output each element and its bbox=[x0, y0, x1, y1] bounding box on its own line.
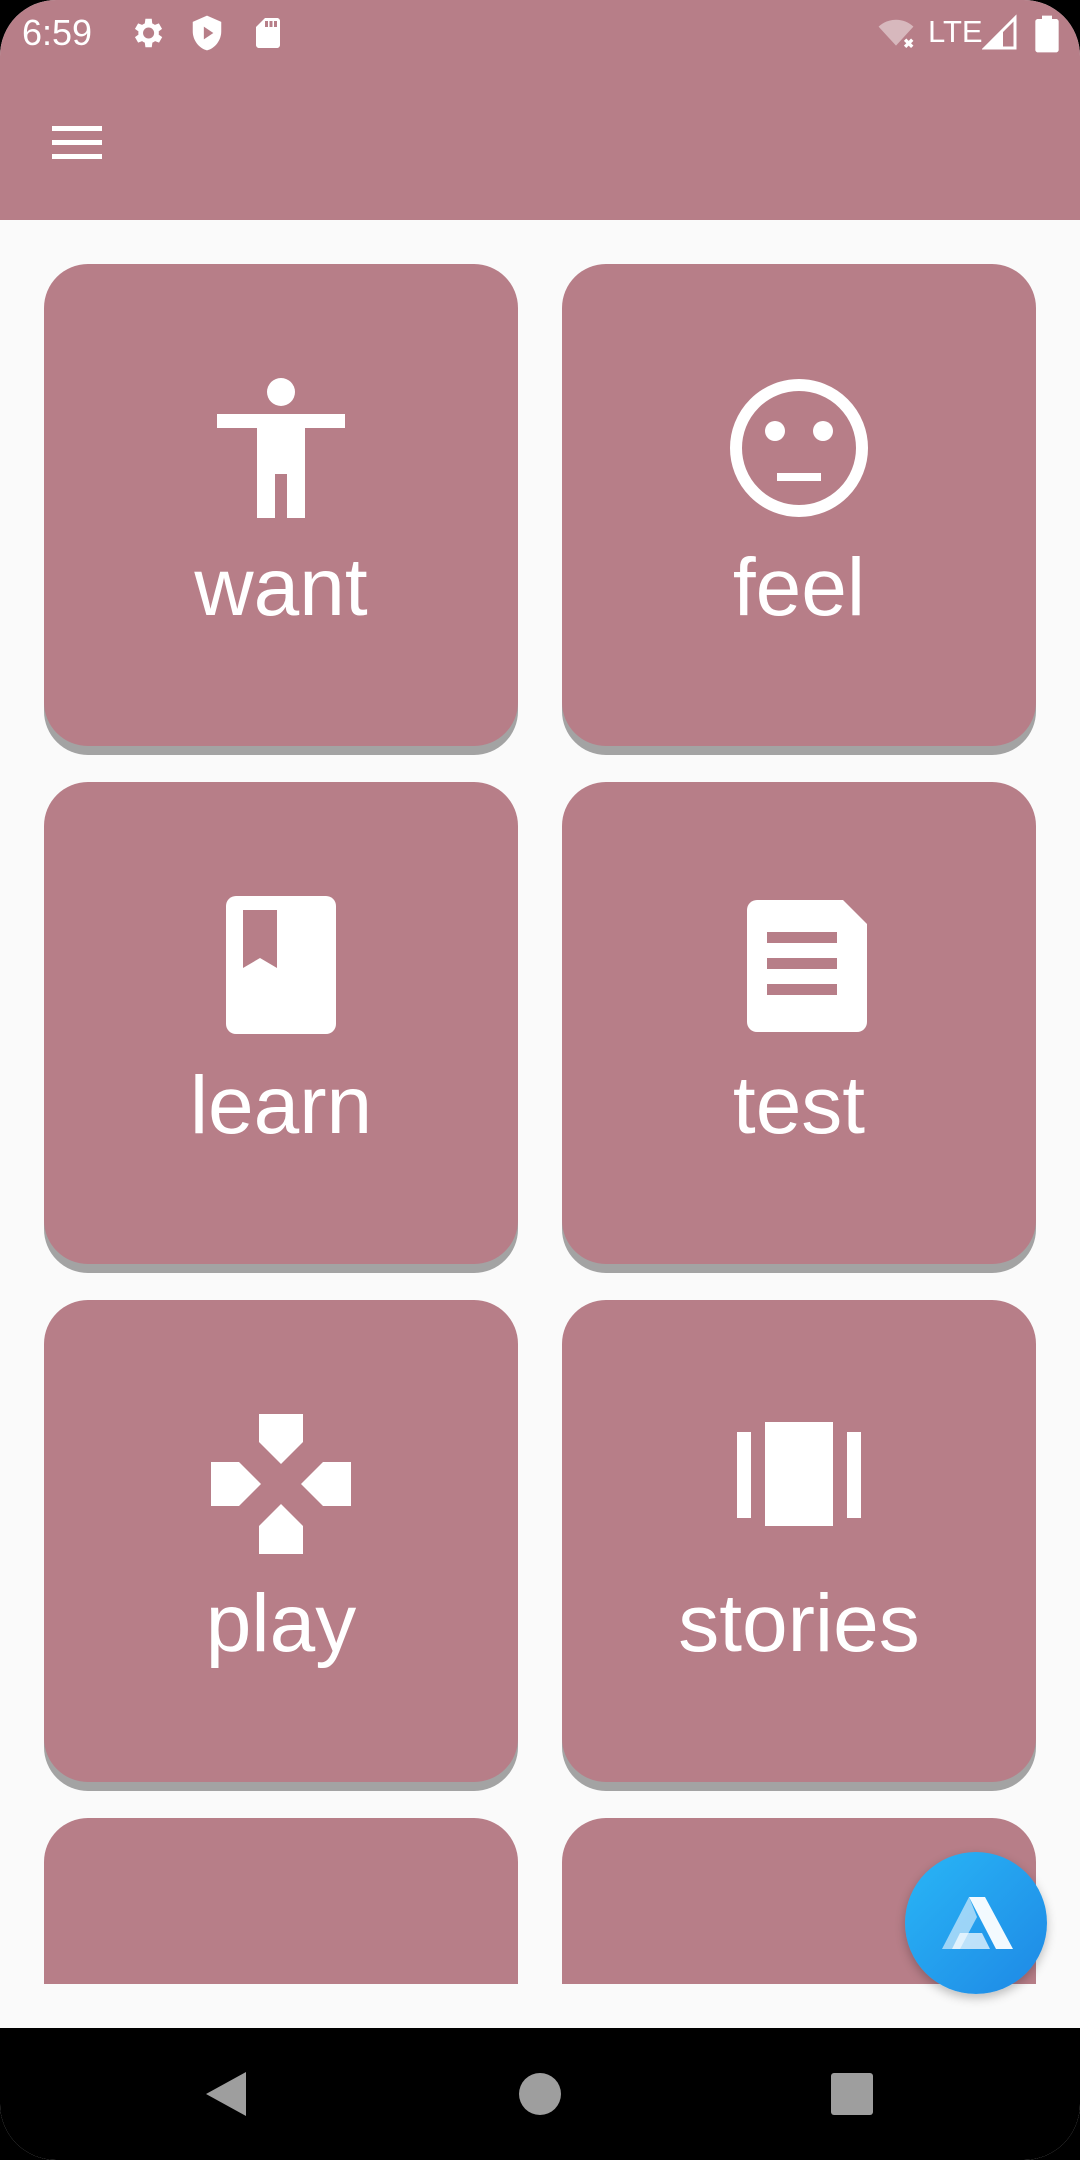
tile-stories[interactable]: stories bbox=[562, 1300, 1036, 1782]
tile-label: want bbox=[194, 542, 368, 633]
tile-label: feel bbox=[732, 542, 866, 633]
accessibility-icon bbox=[217, 378, 345, 518]
assistant-fab[interactable] bbox=[905, 1852, 1047, 1994]
back-icon[interactable] bbox=[200, 2066, 256, 2122]
shield-play-icon bbox=[192, 15, 222, 51]
tile-feel[interactable]: feel bbox=[562, 264, 1036, 746]
carousel-icon bbox=[737, 1422, 861, 1526]
tile-label: stories bbox=[678, 1578, 920, 1669]
signal-icon bbox=[982, 14, 1017, 50]
app-screen: 6:59 LTE want feel learn test play stori… bbox=[0, 0, 1080, 2160]
book-icon bbox=[226, 896, 336, 1034]
neutral-face-icon bbox=[730, 379, 868, 517]
assistant-logo-icon bbox=[942, 1897, 1013, 1949]
tile-learn[interactable]: learn bbox=[44, 782, 518, 1264]
sd-card-icon bbox=[256, 18, 280, 48]
document-icon bbox=[747, 900, 867, 1032]
recents-icon[interactable] bbox=[824, 2066, 880, 2122]
status-time: 6:59 bbox=[22, 12, 93, 53]
laptop-icon bbox=[729, 1932, 869, 1984]
wifi-off-icon bbox=[878, 19, 914, 49]
tile-test[interactable]: test bbox=[562, 782, 1036, 1264]
tile-label: play bbox=[205, 1578, 357, 1669]
gamepad-icon bbox=[211, 1414, 351, 1554]
tile-want[interactable]: want bbox=[44, 264, 518, 746]
system-nav-bar bbox=[0, 2028, 1080, 2160]
tile-label: learn bbox=[189, 1060, 373, 1151]
app-bar: 6:59 LTE bbox=[0, 0, 1080, 220]
tile-partial-left[interactable] bbox=[44, 1818, 518, 1984]
settings-icon bbox=[134, 18, 163, 48]
tile-label: test bbox=[732, 1060, 866, 1151]
tile-play[interactable]: play bbox=[44, 1300, 518, 1782]
battery-icon bbox=[1035, 15, 1059, 53]
status-bar: 6:59 LTE bbox=[0, 0, 1080, 66]
home-icon[interactable] bbox=[512, 2066, 568, 2122]
hamburger-menu-icon[interactable] bbox=[44, 118, 110, 168]
flag-icon bbox=[211, 1932, 351, 1984]
network-type: LTE bbox=[928, 14, 983, 49]
category-grid: want feel learn test play stories bbox=[0, 220, 1080, 1984]
